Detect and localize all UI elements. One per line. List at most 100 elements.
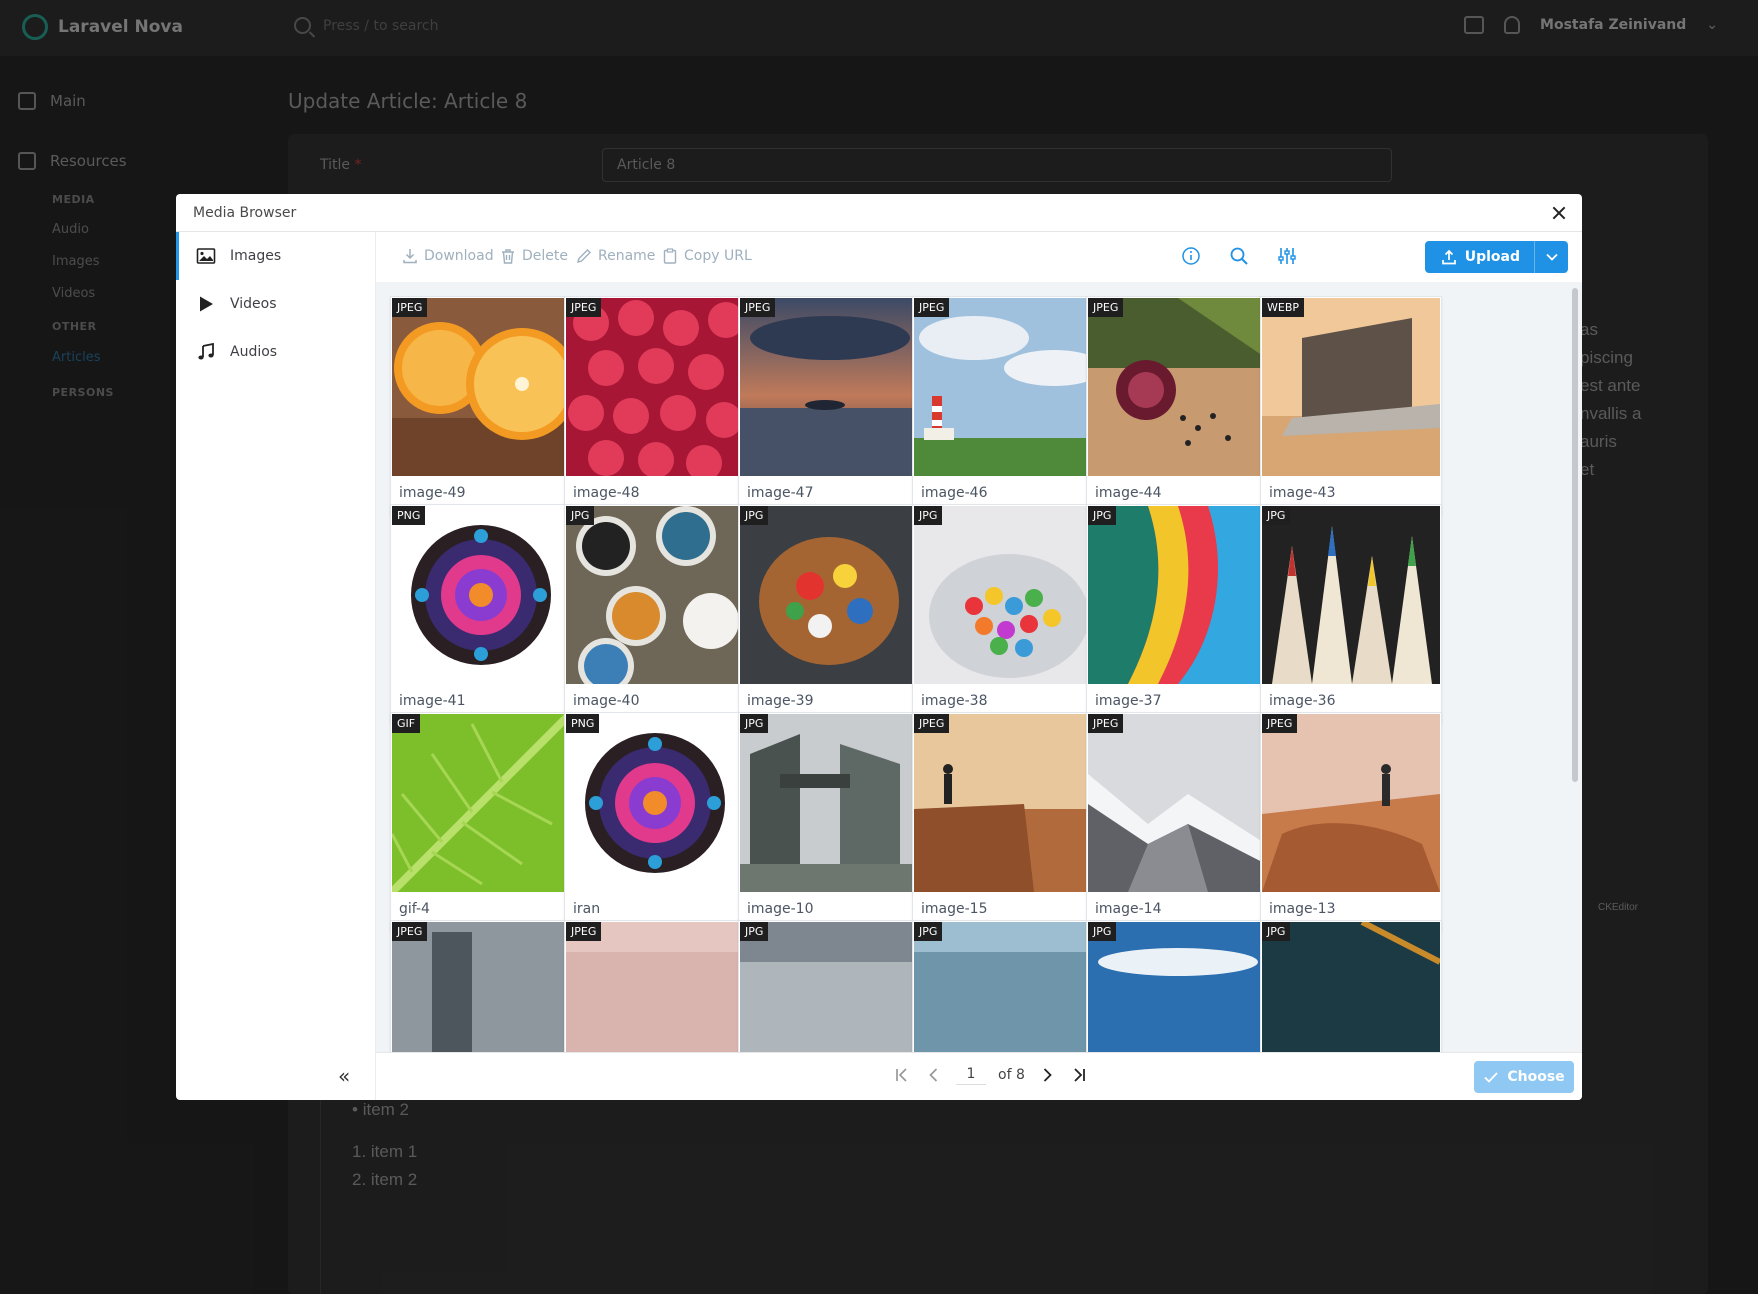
nav-videos[interactable]: Videos — [176, 280, 375, 328]
media-thumbnail — [740, 506, 918, 684]
file-type-badge: JPG — [914, 922, 943, 941]
media-card[interactable]: GIF gif-4 — [390, 712, 572, 932]
thumbnail-image — [740, 298, 918, 476]
copy-url-label: Copy URL — [684, 248, 752, 264]
media-card[interactable]: JPEG image-48 — [564, 296, 746, 516]
media-card[interactable]: JPEG image-14 — [1086, 712, 1268, 932]
media-card[interactable]: JPEG image-15 — [912, 712, 1094, 932]
thumbnail-image — [914, 298, 1092, 476]
nav-images[interactable]: Images — [176, 232, 375, 280]
chevrons-first-icon — [896, 1068, 907, 1082]
file-type-badge: GIF — [392, 714, 421, 733]
thumbnail-image — [392, 922, 570, 1052]
delete-button[interactable]: Delete — [500, 248, 568, 264]
media-thumbnail — [1262, 922, 1440, 1052]
info-icon[interactable] — [1180, 245, 1202, 267]
media-card[interactable]: JPEG — [390, 920, 572, 1052]
upload-button-group: Upload — [1424, 241, 1568, 273]
media-thumbnail — [914, 506, 1092, 684]
media-card[interactable]: JPEG image-13 — [1260, 712, 1442, 932]
thumbnail-image — [1088, 298, 1266, 476]
close-button[interactable] — [1550, 204, 1568, 222]
nav-audios[interactable]: Audios — [176, 328, 375, 376]
prev-page-button[interactable] — [924, 1065, 944, 1085]
media-card[interactable]: JPEG image-47 — [738, 296, 920, 516]
media-card[interactable]: PNG image-41 — [390, 504, 572, 724]
media-card[interactable]: JPG — [1260, 920, 1442, 1052]
thumbnail-image — [1262, 922, 1440, 1052]
media-thumbnail — [566, 298, 744, 476]
media-card[interactable]: PNG iran — [564, 712, 746, 932]
media-name: image-36 — [1269, 693, 1336, 709]
media-name: image-14 — [1095, 901, 1162, 917]
media-card[interactable]: JPEG image-44 — [1086, 296, 1268, 516]
download-icon — [403, 249, 417, 264]
upload-button[interactable]: Upload — [1424, 241, 1534, 273]
file-type-badge: JPG — [566, 506, 595, 525]
copy-url-button[interactable]: Copy URL — [662, 248, 752, 264]
last-page-button[interactable] — [1069, 1065, 1089, 1085]
media-card[interactable]: JPG image-38 — [912, 504, 1094, 724]
media-thumbnail — [740, 714, 918, 892]
file-type-badge: JPG — [740, 506, 769, 525]
media-card[interactable]: JPEG image-46 — [912, 296, 1094, 516]
thumbnail-image — [914, 922, 1092, 1052]
download-button[interactable]: Download — [402, 248, 494, 264]
next-page-button[interactable] — [1037, 1065, 1057, 1085]
filter-sliders-icon[interactable] — [1276, 245, 1298, 267]
media-thumbnail — [1088, 506, 1266, 684]
file-type-badge: JPEG — [566, 922, 602, 941]
file-type-badge: JPEG — [914, 298, 950, 317]
thumbnail-image — [392, 298, 570, 476]
media-name: image-38 — [921, 693, 988, 709]
media-name: image-13 — [1269, 901, 1336, 917]
nav-images-label: Images — [230, 248, 282, 264]
search-icon[interactable] — [1228, 245, 1250, 267]
media-thumbnail — [740, 922, 918, 1052]
media-card[interactable]: JPG — [912, 920, 1094, 1052]
music-note-icon — [198, 342, 214, 360]
thumbnail-image — [566, 922, 744, 1052]
media-name: gif-4 — [399, 901, 430, 917]
modal-title: Media Browser — [193, 205, 297, 221]
media-card[interactable]: JPG — [1086, 920, 1268, 1052]
media-thumbnail — [740, 298, 918, 476]
file-type-badge: PNG — [392, 506, 426, 525]
file-type-badge: JPG — [1088, 922, 1117, 941]
media-thumbnail — [566, 506, 744, 684]
media-card[interactable]: WEBP image-43 — [1260, 296, 1442, 516]
media-card[interactable]: JPEG — [564, 920, 746, 1052]
collapse-sidebar-button[interactable]: « — [338, 1064, 350, 1088]
file-type-badge: JPG — [914, 506, 943, 525]
thumbnail-image — [1088, 714, 1266, 892]
media-card[interactable]: JPG image-36 — [1260, 504, 1442, 724]
media-name: image-47 — [747, 485, 814, 501]
media-thumbnail — [1262, 714, 1440, 892]
page-number-input[interactable]: 1 — [956, 1066, 986, 1085]
chevron-right-icon — [1043, 1068, 1052, 1082]
choose-button[interactable]: Choose — [1474, 1061, 1574, 1093]
media-name: image-44 — [1095, 485, 1162, 501]
media-thumbnail — [1262, 298, 1440, 476]
upload-options-toggle[interactable] — [1534, 241, 1568, 273]
chevron-left-icon — [929, 1068, 938, 1082]
media-name: image-37 — [1095, 693, 1162, 709]
page-total: of 8 — [998, 1067, 1025, 1083]
media-card[interactable]: JPG image-10 — [738, 712, 920, 932]
thumbnail-image — [566, 506, 744, 684]
check-icon — [1484, 1072, 1498, 1083]
grid-scrollbar[interactable] — [1572, 288, 1578, 782]
media-card[interactable]: JPEG image-49 — [390, 296, 572, 516]
media-card[interactable]: JPG image-39 — [738, 504, 920, 724]
delete-label: Delete — [522, 248, 568, 264]
thumbnail-image — [566, 714, 744, 892]
rename-button[interactable]: Rename — [576, 248, 655, 264]
image-icon — [196, 248, 216, 264]
media-grid[interactable]: JPEG image-49 JPEG image-48 JPEG image-47 JPEG… — [376, 282, 1582, 1052]
media-card[interactable]: JPG image-37 — [1086, 504, 1268, 724]
media-card[interactable]: JPG — [738, 920, 920, 1052]
media-card[interactable]: JPG image-40 — [564, 504, 746, 724]
first-page-button[interactable] — [892, 1065, 912, 1085]
thumbnail-image — [566, 298, 744, 476]
thumbnail-image — [914, 714, 1092, 892]
